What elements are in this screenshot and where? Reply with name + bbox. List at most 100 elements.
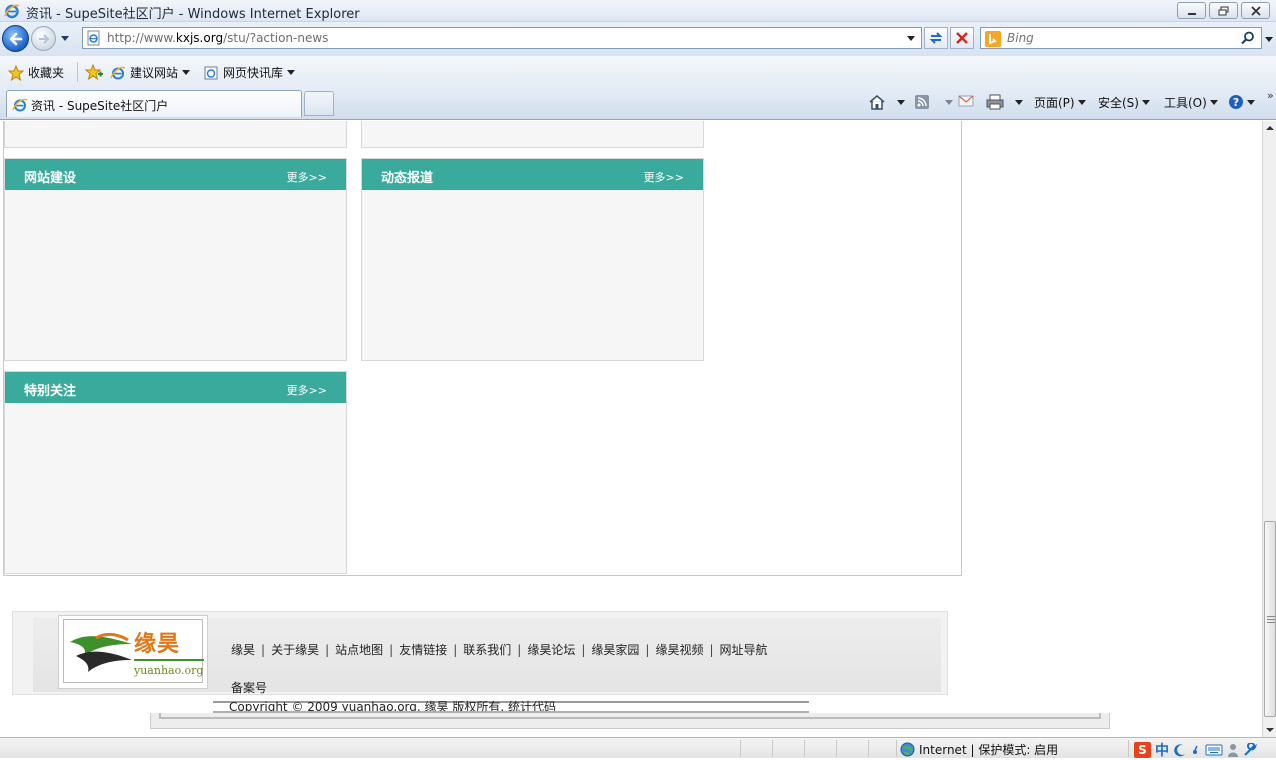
ie-page-icon — [12, 98, 28, 112]
footer-beian[interactable]: 备案号 — [231, 679, 267, 696]
link-separator: | — [325, 643, 330, 657]
scroll-up-button[interactable] — [1263, 121, 1276, 135]
search-options-dropdown-icon[interactable] — [1264, 36, 1274, 44]
scroll-down-button[interactable] — [1263, 723, 1276, 737]
scrollbar-thumb[interactable] — [1264, 521, 1276, 717]
tab-news[interactable]: 资讯 - SupeSite社区门户 — [6, 90, 302, 117]
add-to-favorites-bar-button[interactable] — [85, 64, 103, 80]
footer-link[interactable]: 网址导航 — [720, 643, 768, 657]
status-bar: Internet | 保护模式: 启用 S 中 — [0, 737, 1276, 760]
forward-button[interactable] — [31, 26, 56, 51]
address-bar[interactable]: http://www.kxjs.org/stu/?action-news — [82, 27, 922, 49]
title-bar: 资讯 - SupeSite社区门户 - Windows Internet Exp… — [0, 0, 1276, 22]
scroll-down-icon — [1266, 728, 1274, 732]
panel-title: 特别关注 — [24, 384, 77, 399]
recent-pages-dropdown-icon[interactable] — [60, 35, 70, 43]
panel-header: 网站建设 更多>> — [5, 159, 346, 190]
add-favorite-icon — [85, 64, 103, 80]
status-divider — [868, 740, 869, 757]
site-logo[interactable]: 缘昊 yuanhao.org — [58, 615, 208, 689]
read-mail-button[interactable] — [958, 94, 974, 108]
moon-icon[interactable] — [1173, 743, 1187, 757]
footer-base-inner — [159, 713, 1101, 719]
logo-frame: 缘昊 yuanhao.org — [63, 619, 204, 683]
favorites-item-label: 建议网站 — [130, 66, 179, 80]
footer-links: 缘昊 | 关于缘昊 | 站点地图 | 友情链接 | 联系我们 | 缘昊论坛 | 缘昊家园 | 缘昊视频 | 网址… — [228, 640, 818, 660]
search-icon[interactable] — [1241, 31, 1255, 45]
more-link[interactable]: 更多>> — [644, 169, 684, 185]
page-menu[interactable]: 页面(P) — [1034, 94, 1086, 111]
favorites-label: 收藏夹 — [28, 66, 65, 80]
status-divider — [772, 740, 773, 757]
url-text: http://www.kxjs.org/stu/?action-news — [107, 31, 329, 45]
wrench-icon[interactable] — [1243, 743, 1257, 757]
home-icon — [869, 95, 885, 110]
logo-domain-text: yuanhao.org — [134, 664, 204, 677]
favorites-item-label: 网页快讯库 — [223, 66, 284, 80]
print-button[interactable] — [986, 94, 1023, 110]
chevron-down-icon — [287, 70, 296, 75]
web-slice-icon — [204, 66, 218, 79]
footer-link[interactable]: 缘昊家园 — [591, 643, 639, 657]
back-button[interactable] — [2, 25, 29, 52]
more-link[interactable]: 更多>> — [287, 169, 327, 185]
link-separator: | — [389, 643, 394, 657]
search-input[interactable] — [1005, 29, 1235, 47]
security-zone[interactable]: Internet | 保护模式: 启用 — [900, 741, 1058, 758]
footer-link[interactable]: 联系我们 — [463, 643, 511, 657]
close-window-button[interactable] — [1241, 2, 1270, 19]
address-dropdown-icon[interactable] — [903, 30, 919, 46]
panel-header: 特别关注 更多>> — [5, 372, 346, 403]
tab-label: 资讯 - SupeSite社区门户 — [31, 99, 169, 113]
favorites-button[interactable]: 收藏夹 — [8, 64, 64, 81]
stop-button[interactable] — [950, 27, 974, 49]
footer-link[interactable]: 友情链接 — [399, 643, 447, 657]
chevron-down-icon — [1015, 99, 1023, 105]
panel-partial-left — [4, 121, 347, 148]
keyboard-icon[interactable] — [1205, 744, 1223, 756]
search-box[interactable] — [980, 27, 1262, 49]
user-icon[interactable] — [1227, 743, 1239, 757]
restore-button[interactable] — [1209, 2, 1238, 19]
help-icon: ? — [1229, 95, 1243, 109]
more-commands-chevron-icon[interactable]: » — [1267, 89, 1274, 102]
navigation-bar: http://www.kxjs.org/stu/?action-news — [0, 22, 1276, 56]
home-button[interactable] — [868, 94, 905, 110]
panel-news-reports: 动态报道 更多>> — [361, 158, 704, 361]
close-icon — [1250, 5, 1261, 16]
new-tab-button[interactable] — [304, 91, 334, 116]
rss-feed-icon — [915, 95, 929, 109]
footer-link[interactable]: 缘昊论坛 — [527, 643, 575, 657]
tools-menu[interactable]: 工具(O) — [1164, 94, 1218, 111]
ime-mode-toggle[interactable]: 中 — [1155, 740, 1169, 760]
panel-website-building: 网站建设 更多>> — [4, 158, 347, 361]
footer-link[interactable]: 站点地图 — [335, 643, 383, 657]
safety-menu[interactable]: 安全(S) — [1098, 94, 1150, 111]
footer-link[interactable]: 缘昊 — [231, 643, 255, 657]
refresh-button[interactable] — [924, 27, 948, 49]
more-link[interactable]: 更多>> — [287, 382, 327, 398]
sogou-ime-icon[interactable]: S — [1134, 742, 1151, 758]
printer-icon — [986, 94, 1004, 110]
footer-link[interactable]: 缘昊视频 — [655, 643, 703, 657]
link-separator: | — [517, 643, 522, 657]
stop-icon — [956, 32, 968, 44]
panel-partial-right — [361, 121, 704, 148]
bing-icon — [985, 31, 1001, 47]
feeds-button[interactable] — [914, 94, 953, 110]
vertical-scrollbar[interactable] — [1262, 121, 1276, 737]
favorites-divider — [77, 62, 78, 82]
ime-toolbar[interactable]: S 中 — [1134, 740, 1257, 760]
status-divider — [804, 740, 805, 757]
punctuation-icon[interactable] — [1191, 743, 1201, 757]
help-menu[interactable]: ? — [1228, 94, 1255, 110]
favorites-item-suggested-sites[interactable]: 建议网站 — [110, 64, 191, 81]
back-arrow-icon — [9, 32, 22, 45]
minimize-button[interactable] — [1177, 2, 1206, 19]
footer-link[interactable]: 关于缘昊 — [271, 643, 319, 657]
logo-brand-text: 缘昊 — [134, 631, 181, 657]
safety-menu-label: 安全(S) — [1098, 96, 1139, 110]
logo-underline — [134, 659, 204, 661]
restore-icon — [1218, 6, 1228, 15]
favorites-item-web-slice-gallery[interactable]: 网页快讯库 — [203, 64, 296, 81]
